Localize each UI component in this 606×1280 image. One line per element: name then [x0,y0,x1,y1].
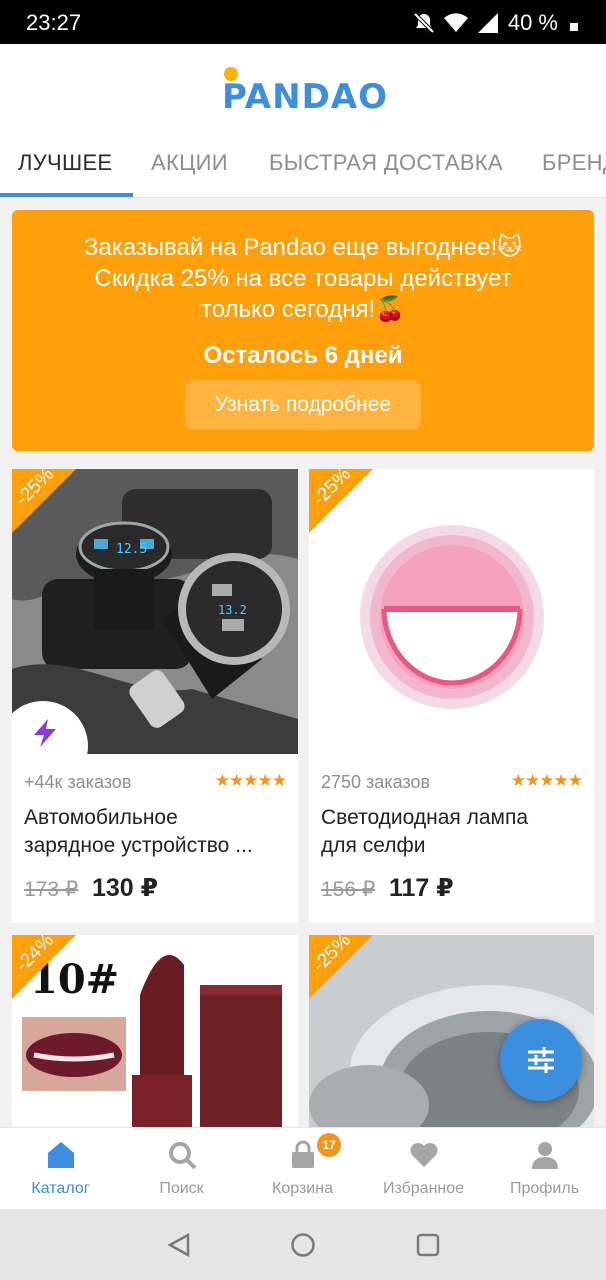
battery-icon [570,23,578,31]
heart-icon [410,1143,438,1167]
tab-best[interactable]: ЛУЧШЕЕ [18,150,112,176]
status-time: 23:27 [26,10,82,35]
mute-icon [413,12,434,34]
order-count: +44к заказов [24,772,132,792]
discount-badge: -24% [12,935,76,999]
discount-badge: -25% [12,469,76,533]
profile-icon [532,1142,558,1169]
current-price: 117 ₽ [389,874,454,902]
system-navigation-bar [0,1209,606,1280]
promo-line-2: Скидка 25% на все товары действует [94,265,512,292]
cart-count-badge: 17 [317,1133,341,1157]
battery-level: 40 % [507,10,558,35]
tab-fast-delivery[interactable]: БЫСТРАЯ ДОСТАВКА [269,150,503,176]
nav-label: Поиск [159,1180,204,1197]
promo-line-1: Заказывай на Pandao еще выгоднее!🐱 [83,234,523,261]
bag-icon [292,1140,314,1168]
nav-label: Профиль [509,1180,580,1197]
active-tab-indicator [0,193,133,197]
wifi-icon [443,13,468,32]
svg-text:PANDAO: PANDAO [222,77,386,117]
rating-stars: ★★★★★ [510,771,583,790]
old-price: 156 ₽ [321,878,376,901]
tab-promotions[interactable]: АКЦИИ [151,150,228,176]
current-price: 130 ₽ [92,874,159,902]
discount-badge: -25% [309,469,373,533]
promo-banner[interactable]: Заказывай на Pandao еще выгоднее!🐱 Скидк… [12,210,594,451]
product-card[interactable]: -25% 2750 заказов ★★★★★ Светодиодная лам… [309,469,594,923]
status-icons: 40 % [413,10,580,36]
recents-icon[interactable] [416,1233,440,1257]
product-title: Светодиодная лампа для селфи [321,806,529,857]
svg-text:12.5: 12.5 [116,542,147,557]
product-card[interactable]: 10# -24% [12,935,298,1127]
product-card[interactable]: 12.5 13.2 -25% +44к заказов ★★★★★ Автомо… [12,469,298,923]
discount-badge: -25% [309,935,373,999]
nav-label: Корзина [272,1180,333,1197]
home-icon [48,1142,74,1168]
signal-icon [477,13,498,33]
search-icon [169,1142,197,1170]
nav-profile[interactable]: Профиль [484,1128,605,1210]
promo-text: Заказывай на Pandao еще выгоднее!🐱 Скидк… [32,232,574,325]
status-bar: 23:27 40 % [0,0,606,44]
bottom-navigation: Каталог Поиск 17 Корзина Избранное Профи… [0,1127,606,1209]
back-icon[interactable] [168,1233,190,1257]
nav-favorites[interactable]: Избранное [363,1128,484,1210]
tab-brands[interactable]: БРЕНДЫ [542,150,606,176]
old-price: 173 ₽ [24,878,79,901]
nav-label: Каталог [31,1180,90,1197]
nav-cart[interactable]: 17 Корзина [242,1128,363,1210]
filter-button[interactable] [500,1019,582,1101]
app-header: PANDAO [0,44,606,134]
category-tabs: ЛУЧШЕЕ АКЦИИ БЫСТРАЯ ДОСТАВКА БРЕНДЫ [0,134,606,198]
svg-text:13.2: 13.2 [218,603,247,617]
lightning-icon [34,719,56,747]
nav-search[interactable]: Поиск [121,1128,242,1210]
product-title: Автомобильное зарядное устройство ... [24,806,253,857]
nav-label: Избранное [382,1180,465,1197]
promo-line-3: только сегодня!🍒 [200,296,406,323]
order-count: 2750 заказов [321,772,431,792]
pandao-logo: PANDAO [222,67,386,117]
nav-catalog[interactable]: Каталог [0,1128,121,1210]
rating-stars: ★★★★★ [214,771,287,790]
filter-icon [528,1047,554,1073]
learn-more-button[interactable]: Узнать подробнее [185,380,421,430]
home-circle-icon[interactable] [290,1232,316,1258]
promo-countdown: Осталось 6 дней [203,342,403,369]
